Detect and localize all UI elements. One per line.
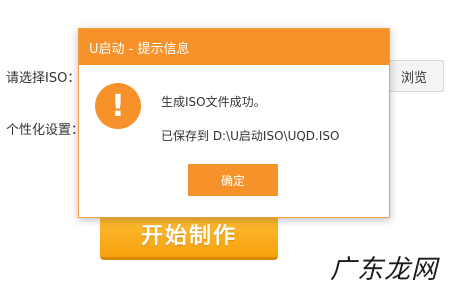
- dialog-message-path: 已保存到 D:\U启动ISO\UQD.ISO: [161, 129, 340, 143]
- app-window: 请选择ISO： 个性化设置： 浏览 开始制作 U启动 - 提示信息 ! 生成IS…: [0, 0, 450, 300]
- iso-select-label: 请选择ISO：: [6, 71, 81, 86]
- browse-button[interactable]: 浏览: [384, 60, 444, 92]
- personalization-label: 个性化设置：: [6, 123, 85, 138]
- ok-button[interactable]: 确定: [188, 164, 278, 196]
- info-dialog: U启动 - 提示信息 ! 生成ISO文件成功。 已保存到 D:\U启动ISO\U…: [78, 28, 390, 218]
- dialog-title: U启动 - 提示信息: [79, 29, 389, 65]
- watermark: 广东龙网: [329, 255, 438, 285]
- dialog-body: ! 生成ISO文件成功。 已保存到 D:\U启动ISO\UQD.ISO 确定: [79, 65, 389, 218]
- dialog-message-success: 生成ISO文件成功。: [161, 95, 266, 109]
- exclamation-icon: !: [95, 83, 141, 129]
